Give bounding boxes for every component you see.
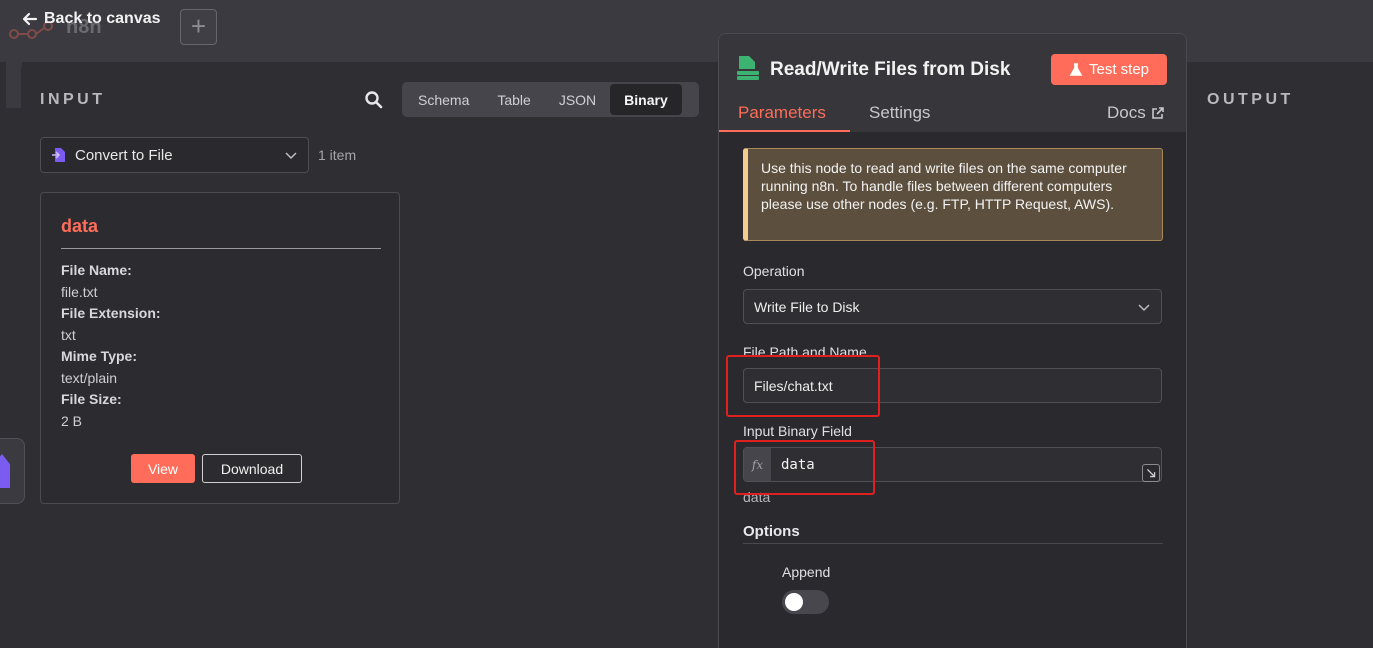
input-binary-field-hint: data bbox=[743, 489, 771, 505]
input-binary-field-input[interactable]: fx data bbox=[743, 447, 1162, 482]
external-link-icon bbox=[1151, 106, 1164, 119]
append-toggle[interactable] bbox=[782, 590, 829, 614]
binary-data-card: data File Name: file.txt File Extension:… bbox=[40, 192, 400, 504]
tab-json[interactable]: JSON bbox=[545, 84, 610, 115]
flask-icon bbox=[1069, 62, 1083, 76]
input-panel-title: INPUT bbox=[40, 91, 106, 108]
node-panel-header: Read/Write Files from Disk Test step Par… bbox=[719, 34, 1186, 132]
node-title: Read/Write Files from Disk bbox=[770, 59, 1011, 80]
operation-value: Write File to Disk bbox=[754, 298, 860, 315]
input-binary-field-value: data bbox=[781, 456, 815, 473]
tab-table[interactable]: Table bbox=[483, 84, 544, 115]
expand-editor-icon[interactable] bbox=[1142, 464, 1160, 482]
tab-parameters[interactable]: Parameters bbox=[738, 103, 826, 123]
file-disk-icon bbox=[737, 56, 759, 80]
mime-type-label: Mime Type: bbox=[61, 348, 137, 364]
file-path-value: Files/chat.txt bbox=[754, 377, 833, 394]
arrow-left-icon bbox=[22, 12, 38, 26]
file-name-value: file.txt bbox=[61, 283, 98, 300]
mime-type-value: text/plain bbox=[61, 369, 118, 386]
file-path-input[interactable]: Files/chat.txt bbox=[743, 368, 1162, 403]
back-to-canvas-link[interactable]: Back to canvas bbox=[22, 10, 161, 28]
file-size-value: 2 B bbox=[61, 412, 83, 429]
display-mode-tabs: Schema Table JSON Binary bbox=[402, 82, 699, 117]
docs-label: Docs bbox=[1107, 103, 1146, 122]
test-step-button[interactable]: Test step bbox=[1051, 54, 1167, 85]
active-tab-indicator bbox=[719, 130, 850, 132]
binary-property-name: data bbox=[61, 216, 99, 236]
expression-fx-icon: fx bbox=[744, 448, 771, 481]
file-extension-value: txt bbox=[61, 326, 76, 343]
search-icon[interactable] bbox=[364, 90, 384, 110]
docs-link[interactable]: Docs bbox=[1107, 103, 1164, 123]
node-parameters-panel: Read/Write Files from Disk Test step Par… bbox=[718, 33, 1187, 648]
add-node-button[interactable]: + bbox=[180, 9, 217, 45]
input-node-select[interactable]: Convert to File bbox=[40, 137, 309, 173]
tab-schema[interactable]: Schema bbox=[404, 84, 483, 115]
back-to-canvas-label: Back to canvas bbox=[44, 10, 161, 27]
binary-metadata: File Name: file.txt File Extension: txt … bbox=[61, 260, 161, 432]
view-button[interactable]: View bbox=[131, 454, 195, 483]
download-button[interactable]: Download bbox=[202, 454, 302, 483]
divider bbox=[61, 248, 381, 249]
input-node-select-value: Convert to File bbox=[75, 146, 173, 164]
operation-select[interactable]: Write File to Disk bbox=[743, 289, 1162, 324]
chevron-down-icon bbox=[1138, 303, 1150, 311]
convert-file-icon bbox=[52, 148, 65, 162]
chevron-down-icon bbox=[285, 152, 297, 160]
info-notice: Use this node to read and write files on… bbox=[743, 148, 1163, 241]
canvas-edge bbox=[6, 60, 22, 108]
file-size-label: File Size: bbox=[61, 391, 122, 407]
output-panel-title: OUTPUT bbox=[1207, 91, 1294, 108]
item-count: 1 item bbox=[318, 147, 357, 163]
divider bbox=[743, 543, 1163, 544]
file-path-label: File Path and Name bbox=[743, 344, 867, 360]
toggle-knob bbox=[785, 593, 803, 611]
input-binary-field-label: Input Binary Field bbox=[743, 423, 852, 439]
tab-binary[interactable]: Binary bbox=[610, 84, 682, 115]
test-step-label: Test step bbox=[1088, 61, 1150, 78]
file-extension-label: File Extension: bbox=[61, 305, 161, 321]
options-heading: Options bbox=[743, 523, 800, 540]
file-name-label: File Name: bbox=[61, 262, 132, 278]
append-label: Append bbox=[782, 564, 831, 580]
operation-label: Operation bbox=[743, 263, 805, 279]
tab-settings[interactable]: Settings bbox=[869, 103, 930, 123]
